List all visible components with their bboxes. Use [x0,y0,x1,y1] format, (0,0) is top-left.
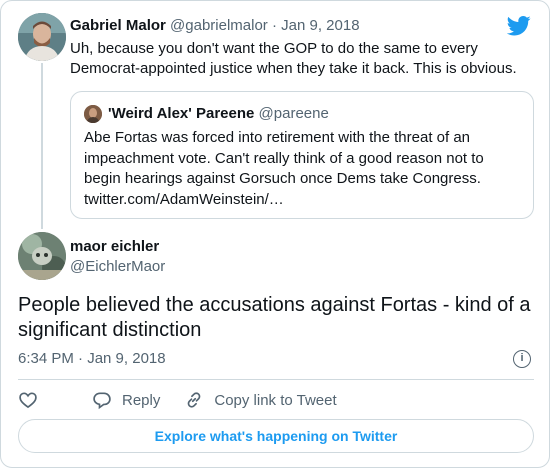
main-author-name[interactable]: maor eichler [70,238,159,256]
copy-link-label: Copy link to Tweet [214,391,337,409]
main-tweet-text: People believed the accusations against … [18,294,531,341]
reply-button[interactable]: Reply [92,390,160,410]
copy-link-button[interactable]: Copy link to Tweet [184,390,337,410]
twitter-bird-icon[interactable] [507,15,531,37]
tweet-actions: Reply Copy link to Tweet [18,389,337,411]
reply-bubble-icon [93,392,111,410]
quoted-author-handle: @pareene [258,105,329,122]
info-icon[interactable]: i [513,350,531,368]
avatar-pareene [84,105,102,123]
link-icon [188,392,201,408]
actions-divider [18,379,534,380]
reply-label: Reply [122,391,161,409]
avatar-gabriel-malor[interactable] [18,13,66,61]
parent-tweet-header: Gabriel Malor @gabrielmalor · Jan 9, 201… [70,17,360,35]
main-tweet-timestamp[interactable]: 6:34 PM · Jan 9, 2018 [18,350,166,368]
parent-tweet-date[interactable]: Jan 9, 2018 [281,17,359,34]
parent-author-name[interactable]: Gabriel Malor [70,17,166,34]
parent-separator: · [271,17,277,34]
quoted-author-name: 'Weird Alex' Pareene [108,105,255,122]
quoted-tweet-header: 'Weird Alex' Pareene @pareene [108,105,329,123]
heart-icon [19,392,37,409]
parent-tweet-text: Uh, because you don't want the GOP to do… [70,40,517,77]
tweet-embed-card: Gabriel Malor @gabrielmalor · Jan 9, 201… [0,0,550,468]
quoted-tweet-text: Abe Fortas was forced into retirement wi… [84,129,484,208]
thread-connector-line [41,63,43,229]
main-author-handle[interactable]: @EichlerMaor [70,258,165,276]
quoted-tweet[interactable]: 'Weird Alex' Pareene @pareene Abe Fortas… [70,91,534,219]
parent-author-handle[interactable]: @gabrielmalor [170,17,268,34]
avatar-maor-eichler[interactable] [18,232,66,280]
explore-twitter-button[interactable]: Explore what's happening on Twitter [18,419,534,453]
like-button[interactable] [18,390,38,410]
